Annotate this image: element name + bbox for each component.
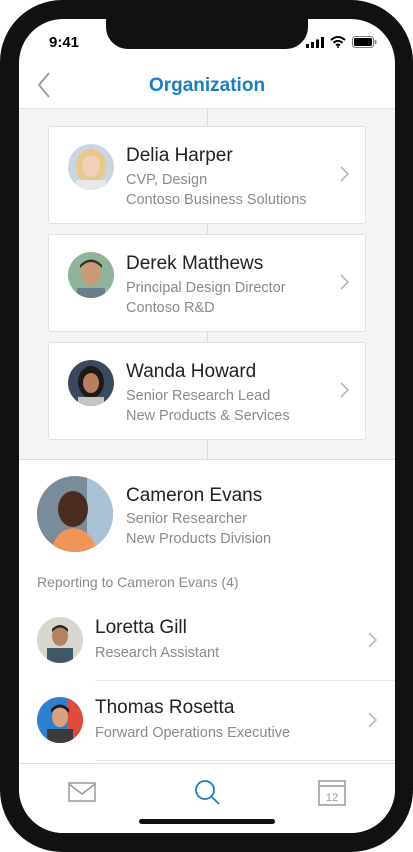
person-department: Contoso Business Solutions [126,192,307,208]
person-title: CVP, Design [126,172,208,188]
selected-person: Cameron Evans Senior Researcher New Prod… [19,460,395,565]
person-name: Delia Harper [126,145,233,166]
cellular-signal-icon [306,36,324,48]
calendar-icon: 12 [318,780,346,806]
wifi-icon [330,36,346,48]
person-title: Research Assistant [95,645,220,661]
direct-report-row[interactable]: Loretta Gill Research Assistant [19,601,395,681]
avatar [68,360,114,406]
status-icons [306,36,377,48]
tab-calendar[interactable]: 12 [312,776,352,808]
navigation-bar: Organization [19,63,395,109]
direct-report-row[interactable]: Thomas Rosetta Forward Operations Execut… [19,681,395,761]
person-name: Loretta Gill [95,617,187,638]
manager-card[interactable]: Delia Harper CVP, Design Contoso Busines… [48,126,366,224]
mail-icon [68,782,96,802]
tab-mail[interactable] [62,776,102,808]
device-notch [106,19,308,49]
calendar-day-label: 12 [326,792,338,804]
person-title: Principal Design Director [126,280,286,296]
person-name: Derek Matthews [126,253,264,274]
chevron-right-icon [340,166,349,182]
status-time: 9:41 [49,34,80,51]
tab-search[interactable] [187,776,227,808]
person-name: Wanda Howard [126,361,257,382]
person-name: Thomas Rosetta [95,697,235,718]
avatar [37,697,83,743]
chevron-right-icon [340,274,349,290]
avatar [68,144,114,190]
person-title: Forward Operations Executive [95,725,291,741]
person-department: New Products Division [126,531,272,547]
battery-icon [352,36,377,48]
search-icon [195,780,220,805]
avatar [37,617,83,663]
app-screen: 9:41 Organization Delia Harper CVP, Desi… [19,19,395,833]
page-title: Organization [148,75,266,96]
person-department: New Products & Services [126,408,290,424]
avatar [37,476,113,552]
direct-reports-header: Reporting to Cameron Evans (4) [37,574,239,590]
avatar [68,252,114,298]
management-chain: Delia Harper CVP, Design Contoso Busines… [19,109,395,460]
manager-card[interactable]: Wanda Howard Senior Research Lead New Pr… [48,342,366,440]
chevron-right-icon [368,712,377,728]
chevron-right-icon [368,632,377,648]
person-name: Cameron Evans [126,485,263,506]
person-title: Senior Research Lead [126,388,271,404]
row-divider [95,760,395,761]
home-indicator [139,819,275,824]
person-department: Contoso R&D [126,300,215,316]
person-title: Senior Researcher [126,511,247,527]
chevron-right-icon [340,382,349,398]
manager-card[interactable]: Derek Matthews Principal Design Director… [48,234,366,332]
